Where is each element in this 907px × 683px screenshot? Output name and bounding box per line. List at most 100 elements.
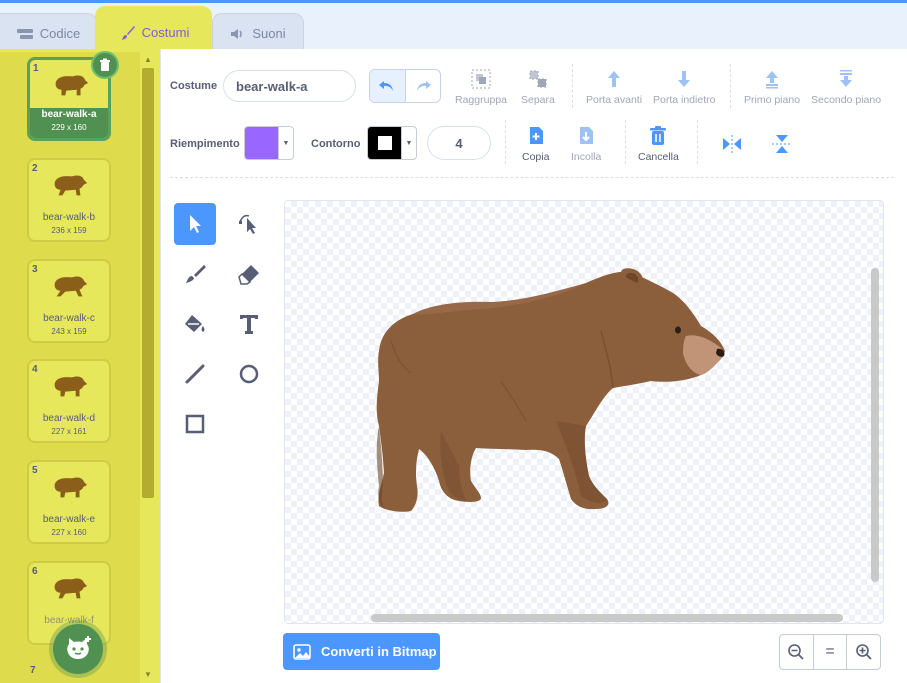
outline-color-picker[interactable]: ▼ <box>367 126 417 160</box>
costume-size: 243 x 159 <box>51 327 87 336</box>
costume-name-input[interactable]: bear-walk-a <box>223 70 356 102</box>
costume-size: 236 x 159 <box>51 226 87 235</box>
reshape-tool[interactable] <box>228 203 270 245</box>
delete-label: Cancella <box>638 151 679 163</box>
group-icon <box>471 69 491 89</box>
canvas-vertical-scrollbar[interactable] <box>871 268 879 582</box>
costume-name: bear-walk-b <box>42 212 96 223</box>
reshape-icon <box>239 214 256 234</box>
scroll-up-arrow-icon[interactable]: ▲ <box>143 55 153 64</box>
flip-horizontal-button[interactable] <box>720 133 744 155</box>
zoom-in-button[interactable] <box>847 635 880 669</box>
costume-item-4[interactable]: 4 bear-walk-d 227 x 161 <box>27 359 111 443</box>
front-label: Primo piano <box>744 94 801 106</box>
convert-to-bitmap-label: Converti in Bitmap <box>321 644 437 659</box>
undo-button[interactable] <box>370 70 406 102</box>
toolbar-divider <box>697 120 698 164</box>
eraser-tool[interactable] <box>228 253 270 295</box>
redo-button[interactable] <box>406 70 441 102</box>
costume-number: 1 <box>33 63 39 74</box>
costume-list-scroll-thumb[interactable] <box>142 68 154 498</box>
arrow-up-icon <box>608 71 621 87</box>
copy-icon <box>529 127 543 144</box>
ungroup-label: Separa <box>521 94 555 106</box>
tab-code[interactable]: Codice <box>0 13 97 53</box>
costume-size: 227 x 161 <box>51 427 87 436</box>
costume-name-label: Costume <box>170 80 218 92</box>
rectangle-tool[interactable] <box>174 403 216 445</box>
paste-label: Incolla <box>571 151 602 163</box>
paste-button[interactable]: Incolla <box>571 125 601 163</box>
front-icon <box>766 71 779 89</box>
costume-item-2[interactable]: 2 bear-walk-b 236 x 159 <box>27 158 111 242</box>
delete-button[interactable]: Cancella <box>638 125 679 163</box>
cat-add-icon <box>67 636 91 659</box>
front-button[interactable]: Primo piano <box>744 68 800 106</box>
costume-number: 5 <box>32 465 38 476</box>
bear-thumbnail <box>55 75 89 96</box>
trash-icon <box>650 126 667 145</box>
costume-item-5[interactable]: 5 bear-walk-e 227 x 160 <box>27 460 111 544</box>
arrow-down-icon <box>678 71 691 87</box>
redo-icon <box>416 81 431 91</box>
fill-label: Riempimento <box>170 138 240 150</box>
flip-vertical-icon <box>772 135 792 153</box>
costume-size: 227 x 160 <box>51 528 87 537</box>
eraser-icon <box>238 265 259 285</box>
toolbar-divider <box>572 64 573 108</box>
fill-tool[interactable] <box>174 303 216 345</box>
undo-redo-group <box>369 69 441 103</box>
chevron-down-icon: ▼ <box>401 127 416 159</box>
costume-number: 3 <box>32 264 38 275</box>
bear-thumbnail <box>54 477 88 498</box>
text-tool[interactable] <box>228 303 270 345</box>
circle-tool[interactable] <box>228 353 270 395</box>
scroll-down-arrow-icon[interactable]: ▼ <box>143 670 153 679</box>
copy-button[interactable]: Copia <box>522 125 549 163</box>
tab-costumes[interactable]: Costumi <box>97 6 212 53</box>
bear-thumbnail <box>54 175 88 196</box>
forward-button[interactable]: Porta avanti <box>586 68 642 106</box>
tab-costumes-label: Costumi <box>141 25 190 40</box>
line-icon <box>185 364 205 384</box>
canvas-horizontal-scrollbar[interactable] <box>371 614 843 622</box>
brush-tool[interactable] <box>174 253 216 295</box>
image-icon <box>293 643 311 660</box>
costume-name: bear-walk-d <box>42 413 96 424</box>
drawing-canvas[interactable] <box>284 200 884 624</box>
costume-number: 2 <box>32 163 38 174</box>
costume-name: bear-walk-c <box>43 313 95 324</box>
forward-label: Porta avanti <box>586 94 643 106</box>
ungroup-button[interactable]: Separa <box>521 68 555 106</box>
zoom-in-icon <box>855 644 872 660</box>
text-icon <box>240 315 258 334</box>
group-button[interactable]: Raggruppa <box>455 68 507 106</box>
delete-costume-button[interactable] <box>91 51 119 79</box>
outline-label: Contorno <box>311 138 361 150</box>
costume-item-3[interactable]: 3 bear-walk-c 243 x 159 <box>27 259 111 343</box>
speaker-icon <box>231 28 243 39</box>
fill-color-picker[interactable]: ▼ <box>244 126 294 160</box>
convert-to-bitmap-button[interactable]: Converti in Bitmap <box>283 633 440 670</box>
outline-size-input[interactable]: 4 <box>427 126 491 160</box>
zoom-reset-button[interactable]: = <box>814 635 848 669</box>
select-tool[interactable] <box>174 203 216 245</box>
back-button[interactable]: Secondo piano <box>811 68 881 106</box>
backward-label: Porta indietro <box>653 94 716 106</box>
zoom-reset-label: = <box>825 643 835 660</box>
tab-sounds[interactable]: Suoni <box>212 13 304 53</box>
editor-tabs: Codice Costumi Suoni <box>0 3 907 53</box>
fill-bucket-icon <box>185 315 205 332</box>
zoom-out-button[interactable] <box>780 635 814 669</box>
tab-code-label: Codice <box>39 26 81 41</box>
backward-button[interactable]: Porta indietro <box>653 68 715 106</box>
costume-size: 229 x 160 <box>51 123 87 132</box>
costume-number: 6 <box>32 566 38 577</box>
choose-costume-button[interactable] <box>53 624 103 674</box>
tab-sounds-label: Suoni <box>252 26 286 41</box>
line-tool[interactable] <box>174 353 216 395</box>
rectangle-icon <box>185 414 205 434</box>
toolbar-divider <box>625 120 626 164</box>
flip-vertical-button[interactable] <box>770 133 794 155</box>
code-icon <box>16 28 33 39</box>
